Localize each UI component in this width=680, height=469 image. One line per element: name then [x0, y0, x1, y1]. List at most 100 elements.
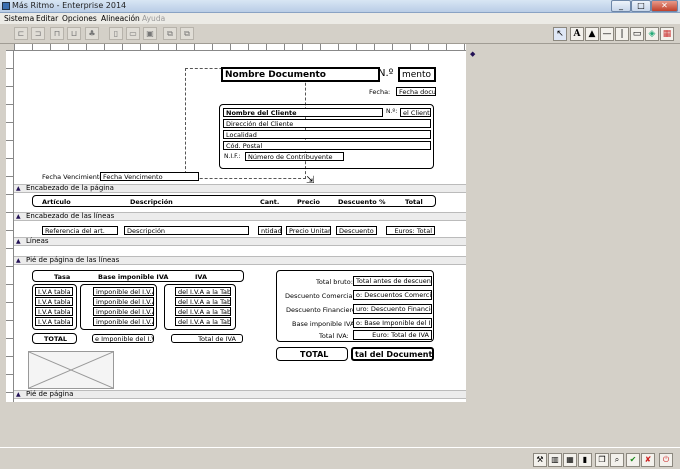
- app-icon: [2, 2, 10, 10]
- col-precio: Precio: [297, 198, 320, 206]
- pointer-icon[interactable]: ↖: [553, 27, 567, 41]
- rect-tool-icon[interactable]: ▭: [630, 27, 644, 41]
- cancel-icon[interactable]: ✘: [641, 453, 655, 467]
- vline-tool-icon[interactable]: |: [615, 27, 629, 41]
- bring-front-icon[interactable]: ⧉: [163, 27, 177, 40]
- client-address-field[interactable]: Dirección del Cliente: [223, 119, 431, 128]
- grand-total-label: TOTAL: [300, 350, 329, 359]
- fv-label: Fecha Vencimiento:: [42, 173, 106, 181]
- center-h-icon[interactable]: ♣: [85, 27, 99, 40]
- shapes-tool-icon[interactable]: ◈: [645, 27, 659, 41]
- base-field[interactable]: o: Base Imponible del I.V.A.: [353, 318, 432, 328]
- client-num-field[interactable]: el Cliente: [400, 108, 431, 117]
- iva-field[interactable]: Euro: Total de IVA: [353, 330, 432, 340]
- tax-total-iva[interactable]: Total de IVA: [171, 334, 243, 343]
- accept-icon[interactable]: ✔: [626, 453, 640, 467]
- line-disc-field[interactable]: Descuento 1: [336, 226, 377, 235]
- tax-tasa-header: Tasa: [54, 273, 71, 281]
- num-field[interactable]: mento: [398, 67, 436, 82]
- col-descuento: Descuento %: [338, 198, 386, 206]
- image-placeholder[interactable]: [28, 351, 114, 389]
- exit-icon[interactable]: ⏻: [659, 453, 673, 467]
- chart-icon[interactable]: ▮: [578, 453, 592, 467]
- fecha-field[interactable]: Fecha docu: [396, 87, 436, 96]
- menu-ayuda[interactable]: Ayuda: [142, 14, 165, 23]
- line-ref-field[interactable]: Referencia del art.: [42, 226, 118, 235]
- band-lines-footer[interactable]: ▲ Pié de página de las líneas: [14, 256, 466, 265]
- same-width-icon[interactable]: ▯: [109, 27, 123, 40]
- band-lines[interactable]: ▲ Líneas: [14, 237, 466, 246]
- tax-iva-1[interactable]: del I.V.A a la Tab. 1: [175, 287, 231, 296]
- grand-total-field[interactable]: tal del Documento: [351, 347, 434, 361]
- tax-base-2[interactable]: imponible del I.V.A. tab. 2: [93, 297, 154, 306]
- tax-base-1[interactable]: imponible del I.V.A. tab. 1: [93, 287, 154, 296]
- menu-opciones[interactable]: Opciones: [62, 14, 97, 23]
- menu-alineacion[interactable]: Alineación: [101, 14, 140, 23]
- doc-name-field[interactable]: Nombre Documento: [221, 67, 380, 82]
- window-title: Más Ritmo - Enterprise 2014: [12, 1, 127, 10]
- tax-tasa-4[interactable]: I.V.A tabla 4: [35, 317, 73, 326]
- iva-label: Total IVA:: [319, 332, 349, 340]
- tax-iva-4[interactable]: del I.V.A a la Tab. 4: [175, 317, 231, 326]
- layout-icon[interactable]: ▥: [548, 453, 562, 467]
- tax-total-label: TOTAL: [44, 335, 68, 343]
- base-label: Base imponible IVA:: [292, 320, 357, 328]
- minimize-button[interactable]: _: [611, 0, 631, 12]
- text-tool-icon[interactable]: A: [570, 27, 584, 41]
- tax-tasa-1[interactable]: I.V.A tabla 1: [35, 287, 73, 296]
- close-button[interactable]: ✕: [651, 0, 678, 12]
- tax-total-base[interactable]: e Imponible del I.V.A.: [92, 334, 154, 343]
- line-qty-field[interactable]: ntidad: [258, 226, 282, 235]
- field-tool-icon[interactable]: ▦: [660, 27, 674, 41]
- col-descripcion: Descripción: [130, 198, 173, 206]
- align-bottom-icon[interactable]: ⊔: [67, 27, 81, 40]
- zoom-icon[interactable]: ⌕: [610, 453, 624, 467]
- tax-base-3[interactable]: imponible del I.V.A. tab. 3: [93, 307, 154, 316]
- client-zip-field[interactable]: Cód. Postal: [223, 141, 431, 150]
- menu-editar[interactable]: Editar: [36, 14, 58, 23]
- hline-tool-icon[interactable]: —: [600, 27, 614, 41]
- tax-base-4[interactable]: imponible del I.V.A. tab. 4: [93, 317, 154, 326]
- align-left-icon[interactable]: ⊏: [14, 27, 28, 40]
- tax-tasa-3[interactable]: I.V.A tabla 3: [35, 307, 73, 316]
- report-canvas[interactable]: Nombre Documento N.º mento Fecha: Fecha …: [14, 51, 466, 402]
- image-tool-icon[interactable]: ▲: [585, 27, 599, 41]
- maximize-button[interactable]: □: [631, 0, 651, 12]
- same-height-icon[interactable]: ▭: [126, 27, 140, 40]
- title-bar: Más Ritmo - Enterprise 2014 _ □ ✕: [0, 0, 680, 13]
- band-lines-header[interactable]: ▲ Encabezado de las líneas: [14, 212, 466, 221]
- grid-icon[interactable]: ▦: [563, 453, 577, 467]
- tax-iva-2[interactable]: del I.V.A a la Tab. 2: [175, 297, 231, 306]
- horizontal-ruler: [14, 44, 466, 51]
- copy-icon[interactable]: ❐: [595, 453, 609, 467]
- tools-icon[interactable]: ⚒: [533, 453, 547, 467]
- bruto-field[interactable]: Total antes de descuentos: [353, 276, 432, 286]
- fecha-label: Fecha:: [369, 88, 391, 96]
- line-total-field[interactable]: Euros: Total: [386, 226, 435, 235]
- line-price-field[interactable]: Precio Unitario: [286, 226, 331, 235]
- col-total: Total: [405, 198, 423, 206]
- dfin-field[interactable]: uro: Descuento Financiero: [353, 304, 432, 314]
- band-page-footer[interactable]: ▲ Pié de página: [14, 390, 466, 399]
- client-city-field[interactable]: Localidad: [223, 130, 431, 139]
- line-desc-field[interactable]: Descripción: [124, 226, 249, 235]
- tax-tasa-2[interactable]: I.V.A tabla 2: [35, 297, 73, 306]
- nif-field[interactable]: Número de Contribuyente: [245, 152, 344, 161]
- panel-arrow-icon[interactable]: ◆: [470, 50, 475, 58]
- nif-label: N.I.F.:: [224, 153, 241, 160]
- band-page-header[interactable]: ▲ Encabezado de la página: [14, 184, 466, 193]
- fv-field[interactable]: Fecha Vencimento: [100, 172, 199, 181]
- same-size-icon[interactable]: ▣: [143, 27, 157, 40]
- tax-iva-header: IVA: [195, 273, 208, 281]
- send-back-icon[interactable]: ⧉: [180, 27, 194, 40]
- align-right-icon[interactable]: ⊐: [31, 27, 45, 40]
- align-top-icon[interactable]: ⊓: [50, 27, 64, 40]
- tax-iva-3[interactable]: del I.V.A a la Tab. 3: [175, 307, 231, 316]
- menu-sistema[interactable]: Sistema: [4, 14, 34, 23]
- client-name-field[interactable]: Nombre del Cliente: [223, 108, 383, 117]
- num-label: N.º: [378, 68, 394, 79]
- vertical-ruler: [6, 50, 14, 402]
- toolbar: ⊏ ⊐ ⊓ ⊔ ♣ ▯ ▭ ▣ ⧉ ⧉ ↖ A ▲ — | ▭ ◈ ▦: [0, 24, 680, 44]
- dcom-field[interactable]: o: Descuentos Comerciales: [353, 290, 432, 300]
- col-cant: Cant.: [260, 198, 280, 206]
